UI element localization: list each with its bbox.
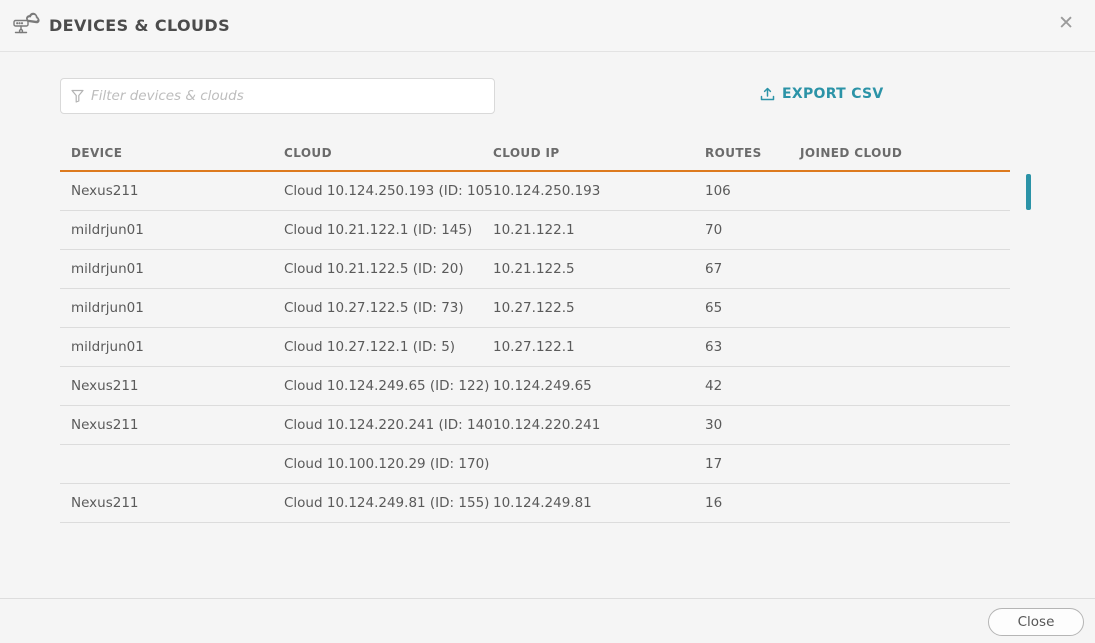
device-cell: Nexus211	[71, 495, 284, 511]
cloud-ip-cell: 10.124.249.65	[493, 378, 705, 394]
upload-icon	[760, 87, 775, 102]
cloud-cell: Cloud 10.27.122.5 (ID: 73)	[284, 300, 493, 316]
table-row: Nexus211 Cloud 10.124.220.241 (ID: 140) …	[60, 406, 1010, 445]
cloud-ip-cell: 10.124.250.193	[493, 183, 705, 199]
column-header-routes: ROUTES	[705, 146, 800, 160]
routes-cell: 17	[705, 456, 800, 472]
device-cell: mildrjun01	[71, 222, 284, 238]
table-row: Cloud 10.100.120.29 (ID: 170) 17	[60, 445, 1010, 484]
routes-cell: 70	[705, 222, 800, 238]
close-icon[interactable]: ✕	[1058, 14, 1074, 33]
routes-cell: 65	[705, 300, 800, 316]
routes-cell: 67	[705, 261, 800, 277]
column-header-device: DEVICE	[71, 146, 284, 160]
close-button[interactable]: Close	[988, 608, 1084, 636]
cloud-cell: Cloud 10.124.220.241 (ID: 140)	[284, 417, 493, 433]
column-header-joined-cloud: JOINED CLOUD	[800, 146, 1010, 160]
cloud-ip-cell: 10.27.122.1	[493, 339, 705, 355]
device-cell: mildrjun01	[71, 261, 284, 277]
export-csv-label: EXPORT CSV	[782, 86, 884, 102]
routes-cell: 106	[705, 183, 800, 199]
device-cell: mildrjun01	[71, 300, 284, 316]
export-csv-button[interactable]: EXPORT CSV	[760, 86, 884, 102]
table-row: mildrjun01 Cloud 10.27.122.1 (ID: 5) 10.…	[60, 328, 1010, 367]
cloud-cell: Cloud 10.124.249.81 (ID: 155)	[284, 495, 493, 511]
devices-clouds-modal: DEVICES & CLOUDS ✕ EXPORT CSV DEVICE CLO…	[0, 0, 1095, 643]
funnel-icon	[71, 89, 84, 103]
table-row: mildrjun01 Cloud 10.21.122.5 (ID: 20) 10…	[60, 250, 1010, 289]
filter-field-wrap	[60, 78, 495, 114]
table-row: mildrjun01 Cloud 10.27.122.5 (ID: 73) 10…	[60, 289, 1010, 328]
column-header-cloud: CLOUD	[284, 146, 493, 160]
table-body: Nexus211 Cloud 10.124.250.193 (ID: 105) …	[60, 172, 1010, 523]
page-title: DEVICES & CLOUDS	[49, 16, 230, 35]
modal-footer: Close	[0, 598, 1095, 643]
table-row: Nexus211 Cloud 10.124.250.193 (ID: 105) …	[60, 172, 1010, 211]
table-row: mildrjun01 Cloud 10.21.122.1 (ID: 145) 1…	[60, 211, 1010, 250]
routes-cell: 63	[705, 339, 800, 355]
routes-cell: 30	[705, 417, 800, 433]
cloud-ip-cell: 10.21.122.5	[493, 261, 705, 277]
column-header-cloud-ip: CLOUD IP	[493, 146, 705, 160]
routes-cell: 42	[705, 378, 800, 394]
modal-header: DEVICES & CLOUDS ✕	[0, 0, 1095, 52]
cloud-ip-cell: 10.124.249.81	[493, 495, 705, 511]
device-cell: mildrjun01	[71, 339, 284, 355]
device-cloud-icon	[11, 10, 41, 40]
device-cell: Nexus211	[71, 417, 284, 433]
cloud-cell: Cloud 10.124.250.193 (ID: 105)	[284, 183, 493, 199]
cloud-ip-cell: 10.27.122.5	[493, 300, 705, 316]
cloud-ip-cell: 10.21.122.1	[493, 222, 705, 238]
cloud-cell: Cloud 10.100.120.29 (ID: 170)	[284, 456, 493, 472]
cloud-cell: Cloud 10.21.122.1 (ID: 145)	[284, 222, 493, 238]
device-cell: Nexus211	[71, 378, 284, 394]
table-row: Nexus211 Cloud 10.124.249.65 (ID: 122) 1…	[60, 367, 1010, 406]
filter-input[interactable]	[91, 88, 484, 104]
devices-clouds-table: DEVICE CLOUD CLOUD IP ROUTES JOINED CLOU…	[60, 135, 1010, 523]
table-row: Nexus211 Cloud 10.124.249.81 (ID: 155) 1…	[60, 484, 1010, 523]
cloud-ip-cell: 10.124.220.241	[493, 417, 705, 433]
table-header-row: DEVICE CLOUD CLOUD IP ROUTES JOINED CLOU…	[60, 135, 1010, 172]
scrollbar-thumb[interactable]	[1026, 174, 1031, 210]
cloud-cell: Cloud 10.27.122.1 (ID: 5)	[284, 339, 493, 355]
cloud-cell: Cloud 10.124.249.65 (ID: 122)	[284, 378, 493, 394]
device-cell: Nexus211	[71, 183, 284, 199]
cloud-cell: Cloud 10.21.122.5 (ID: 20)	[284, 261, 493, 277]
routes-cell: 16	[705, 495, 800, 511]
